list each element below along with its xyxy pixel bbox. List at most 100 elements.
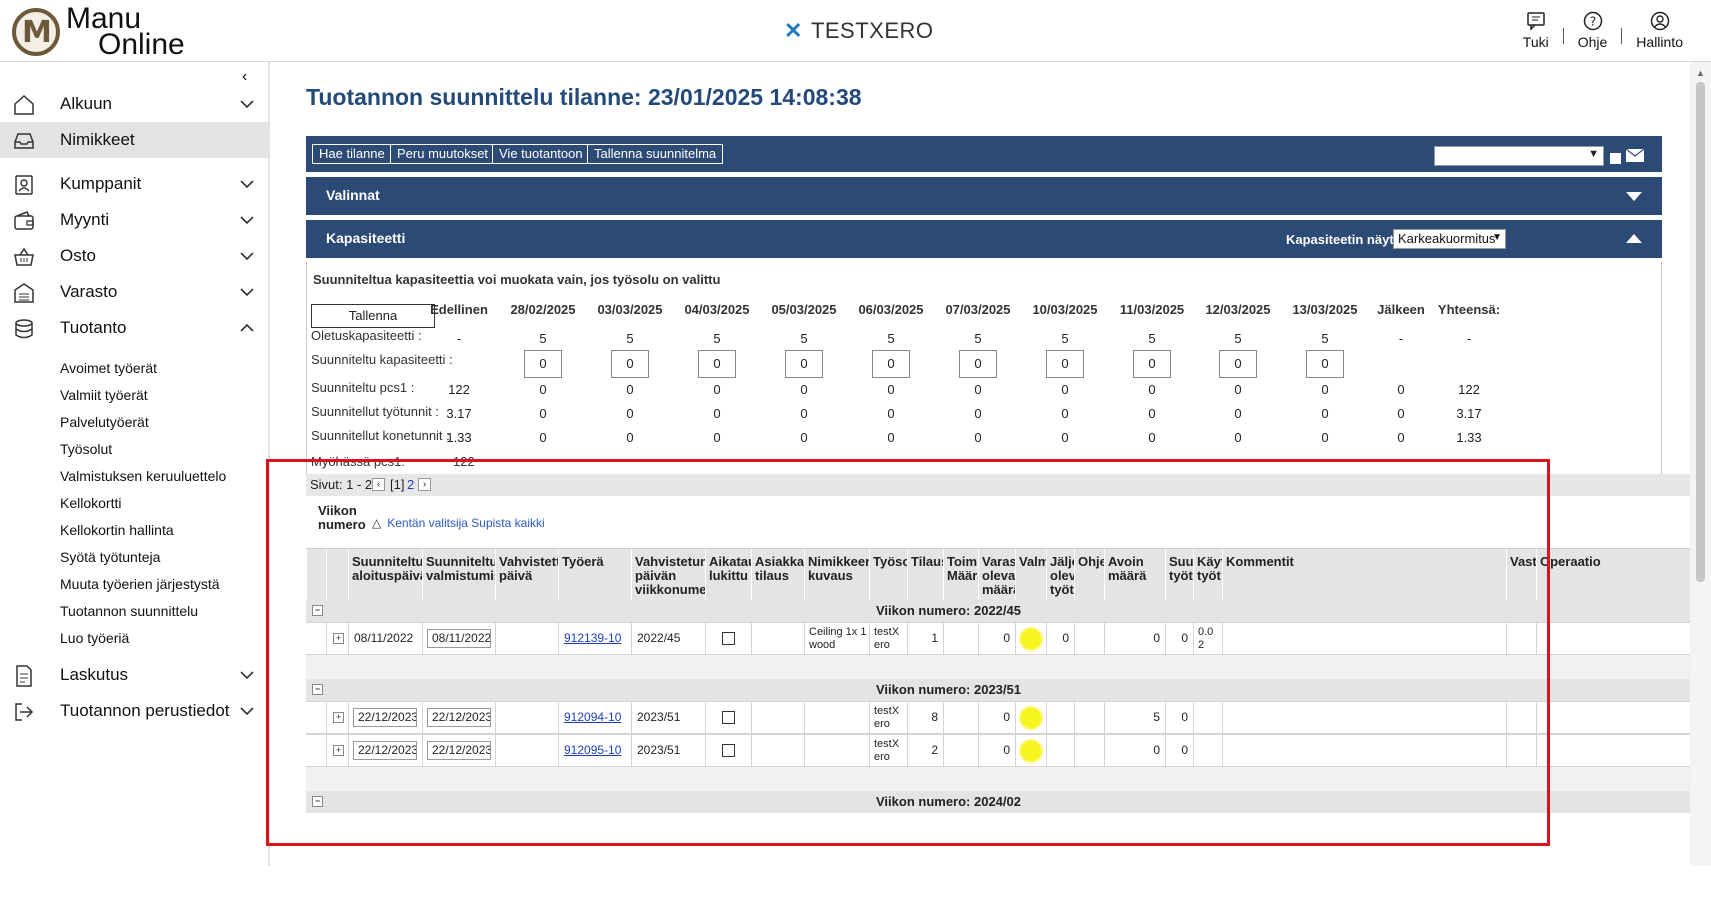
table-cell: 912094-10 [558, 702, 631, 733]
nav-hallinto[interactable]: Hallinto [1622, 10, 1697, 50]
expand-row-icon[interactable]: + [333, 745, 344, 756]
sidebar-item-kumppanit[interactable]: Kumppanit [0, 166, 268, 202]
planned-capacity-input[interactable]: 0 [872, 350, 910, 378]
sidebar-sub-tuotannon-suunnittelu[interactable]: Tuotannon suunnittelu [0, 597, 268, 624]
group-row[interactable]: − Viikon numero: 2023/51 [306, 679, 1690, 701]
column-header[interactable]: Kommentit [1222, 549, 1506, 601]
column-header[interactable]: Valmis [1015, 549, 1046, 601]
column-header[interactable]: Suunnitellut työt [1165, 549, 1193, 601]
page-scrollbar[interactable]: ▲ [1690, 62, 1711, 866]
expand-row-icon[interactable]: + [333, 633, 344, 644]
schedule-locked-checkbox[interactable] [722, 711, 735, 724]
sidebar-item-osto[interactable]: Osto [0, 238, 268, 274]
sidebar-sub-avoimet-tyoerat[interactable]: Avoimet työerät [0, 354, 268, 381]
app-logo[interactable]: M Manu Online [12, 4, 222, 60]
vie-tuotantoon-button[interactable]: Vie tuotantoon [492, 144, 590, 164]
planned-capacity-input[interactable]: 0 [1133, 350, 1171, 378]
sidebar-item-tuotanto[interactable]: Tuotanto [0, 310, 268, 346]
sidebar-sub-kellokortti[interactable]: Kellokortti [0, 489, 268, 516]
sidebar-item-varasto[interactable]: Varasto [0, 274, 268, 310]
planned-capacity-input[interactable]: 0 [524, 350, 562, 378]
next-page-icon[interactable]: › [418, 478, 431, 491]
schedule-locked-checkbox[interactable] [722, 632, 735, 645]
collapse-group-icon[interactable]: − [312, 684, 323, 695]
toolbar-select[interactable]: ▼ [1434, 146, 1604, 166]
schedule-locked-checkbox[interactable] [722, 744, 735, 757]
table-row[interactable]: +22/12/2023 22/12/2023 912094-10 2023/51 tes… [306, 701, 1690, 734]
grouping-links[interactable]: △ Kentän valitsija Supista kaikki [372, 516, 545, 530]
column-header[interactable]: Operaatio [1536, 549, 1690, 601]
column-header[interactable]: Tilaus [907, 549, 943, 601]
nav-tuki[interactable]: Tuki [1509, 10, 1563, 50]
column-header[interactable]: Suunniteltu valmistumis [422, 549, 495, 601]
column-header[interactable]: Vahvistetun päivän viikkonumero [631, 549, 705, 601]
column-header[interactable]: Käytetyt työt [1193, 549, 1222, 601]
table-row[interactable]: +22/12/2023 22/12/2023 912095-10 2023/51 tes… [306, 734, 1690, 767]
sidebar-sub-valmiit-tyoerat[interactable]: Valmiit työerät [0, 381, 268, 408]
table-cell[interactable]: 22/12/2023 [348, 702, 422, 733]
column-header[interactable]: Vahvistettu päivä [495, 549, 558, 601]
sidebar-sub-keruuluettelo[interactable]: Valmistuksen keruuluettelo [0, 462, 268, 489]
column-header[interactable]: Työerä [558, 549, 631, 601]
end-date-input[interactable]: 08/11/2022 [427, 629, 491, 648]
planned-capacity-input[interactable]: 0 [698, 350, 736, 378]
group-row[interactable]: − Viikon numero: 2022/45 [306, 600, 1690, 622]
column-header[interactable]: Jäljellä olevat työt [1046, 549, 1074, 601]
kapasiteetti-panel-header[interactable]: Kapasiteetti Kapasiteetin näyttö Karkeak… [306, 220, 1662, 258]
column-header[interactable]: Varastossa oleva määrä [978, 549, 1015, 601]
expand-row-icon[interactable]: + [333, 712, 344, 723]
table-cell[interactable]: 22/12/2023 [348, 735, 422, 766]
nav-ohje[interactable]: ? Ohje [1564, 10, 1622, 50]
sidebar-sub-luo-tyoeria[interactable]: Luo työeriä [0, 624, 268, 651]
column-header[interactable]: Ohjemyynti [1074, 549, 1104, 601]
table-row[interactable]: +08/11/2022 08/11/2022 912139-10 2022/45 Cei… [306, 622, 1690, 655]
pager-page-2[interactable]: 2 [407, 477, 414, 492]
collapse-group-icon[interactable]: − [312, 605, 323, 616]
prev-page-icon[interactable]: ‹ [372, 478, 385, 491]
sidebar-item-myynti[interactable]: Myynti [0, 202, 268, 238]
group-row[interactable]: − Viikon numero: 2024/02 [306, 791, 1690, 813]
sidebar-sub-kellokortin-hallinta[interactable]: Kellokortin hallinta [0, 516, 268, 543]
planned-capacity-input[interactable]: 0 [1306, 350, 1344, 378]
planned-capacity-input[interactable]: 0 [611, 350, 649, 378]
sidebar-item-perustiedot[interactable]: Tuotannon perustiedot [0, 693, 268, 729]
sidebar-item-alkuun[interactable]: Alkuun [0, 86, 268, 122]
tallenna-suunnitelma-button[interactable]: Tallenna suunnitelma [587, 144, 724, 164]
planned-work: 0 [1181, 743, 1188, 757]
column-header[interactable]: Toimitettu Määrä [943, 549, 978, 601]
kapasiteetin-naytto-select[interactable]: Karkeakuormitus ▼ [1393, 229, 1506, 249]
sidebar-sub-tyosolut[interactable]: Työsolut [0, 435, 268, 462]
mail-icon[interactable] [1626, 149, 1644, 162]
planned-capacity-input[interactable]: 0 [1219, 350, 1257, 378]
planned-capacity-input[interactable]: 0 [1046, 350, 1084, 378]
capacity-value: 5 [713, 331, 721, 346]
sidebar-sub-palvelutyoerat[interactable]: Palvelutyöerät [0, 408, 268, 435]
column-header[interactable]: Nimikkeen kuvaus [804, 549, 869, 601]
planned-capacity-input[interactable]: 0 [785, 350, 823, 378]
column-header[interactable]: Avoin määrä [1104, 549, 1165, 601]
sidebar-item-nimikkeet[interactable]: Nimikkeet [0, 122, 268, 158]
toolbar-checkbox[interactable] [1610, 153, 1621, 164]
table-cell[interactable]: 08/11/2022 [348, 623, 422, 654]
column-header[interactable]: Vastuu [1506, 549, 1536, 601]
batch-link[interactable]: 912139-10 [564, 631, 621, 645]
scrollbar-thumb[interactable] [1696, 82, 1705, 582]
valinnat-panel-header[interactable]: Valinnat [306, 177, 1662, 215]
hae-tilanne-button[interactable]: Hae tilanne [312, 144, 392, 164]
planned-capacity-input[interactable]: 0 [959, 350, 997, 378]
peru-muutokset-button[interactable]: Peru muutokset [390, 144, 496, 164]
scroll-up-icon[interactable]: ▲ [1696, 68, 1705, 78]
sidebar-item-laskutus[interactable]: Laskutus [0, 657, 268, 693]
collapse-group-icon[interactable]: − [312, 796, 323, 807]
end-date-input[interactable]: 22/12/2023 [427, 741, 491, 760]
batch-link[interactable]: 912094-10 [564, 710, 621, 724]
collapse-sidebar-icon[interactable]: ‹ [242, 68, 247, 86]
column-header[interactable]: Aikataulu lukittu [705, 549, 751, 601]
sidebar-sub-syota-tyotunteja[interactable]: Syötä työtunteja [0, 543, 268, 570]
column-header[interactable]: Suunniteltu aloituspäivä [348, 549, 422, 601]
batch-link[interactable]: 912095-10 [564, 743, 621, 757]
column-header[interactable]: Työsolu [869, 549, 907, 601]
end-date-input[interactable]: 22/12/2023 [427, 708, 491, 727]
sidebar-sub-muuta-jarjestysta[interactable]: Muuta työerien järjestystä [0, 570, 268, 597]
column-header[interactable]: Asiakkaan tilaus [751, 549, 804, 601]
